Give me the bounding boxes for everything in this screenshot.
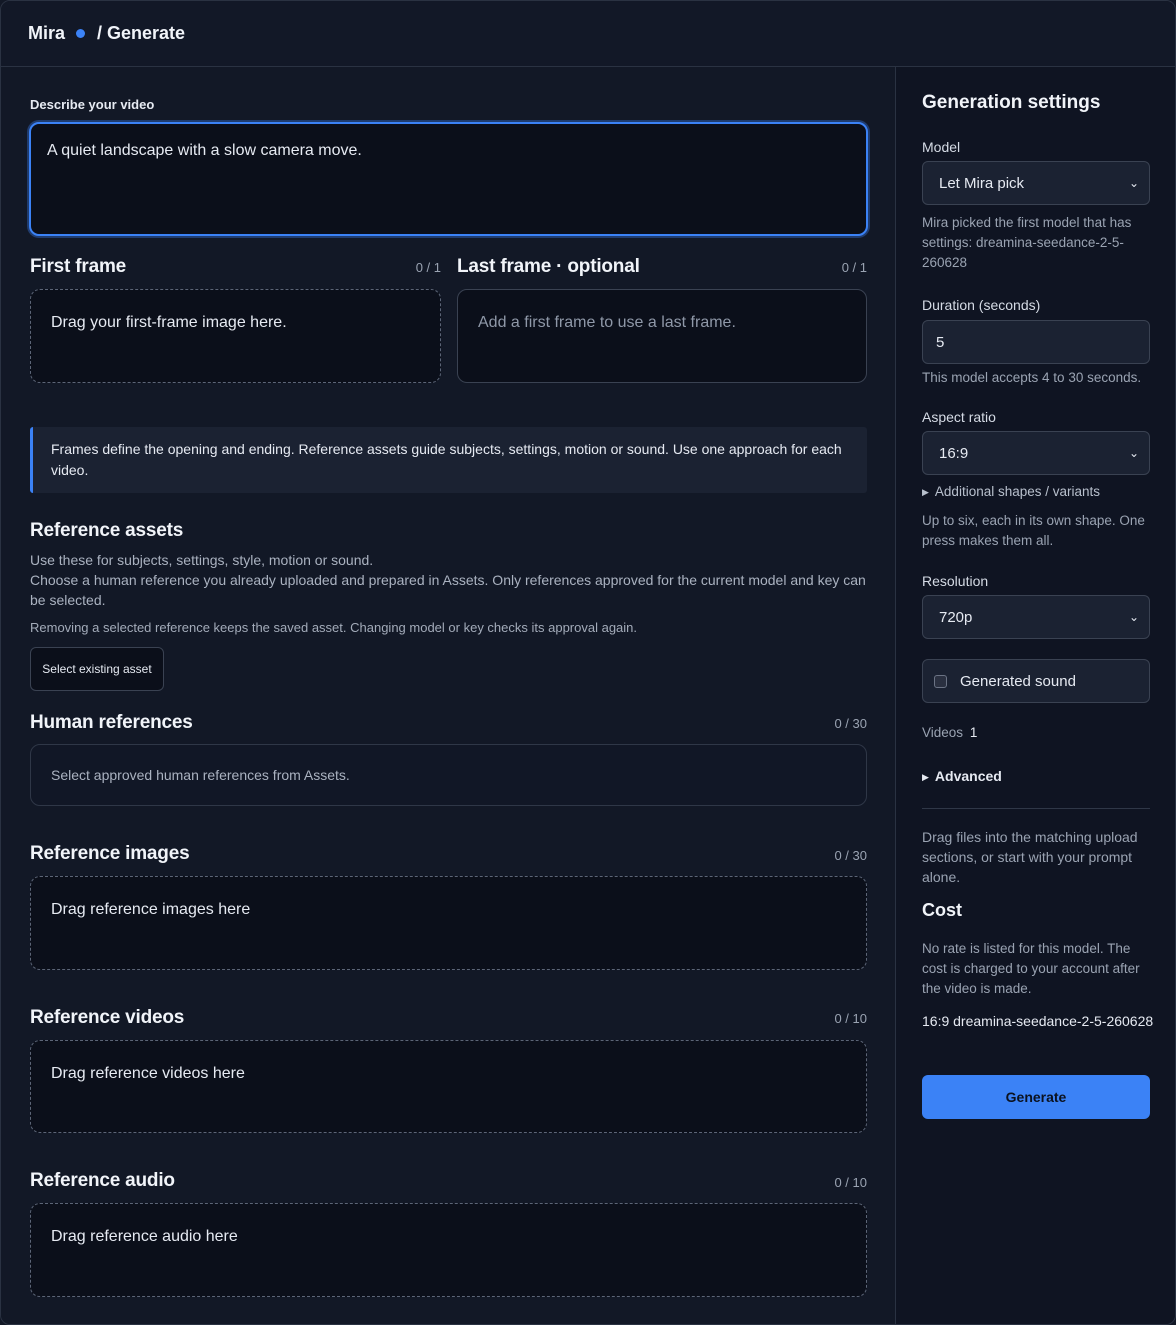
info-callout: Frames define the opening and ending. Re… [30,427,867,493]
duration-label: Duration (seconds) [922,297,1041,313]
last-frame-title: Last frame · optional [457,256,640,277]
top-bar: Mira / Generate [1,1,1175,67]
resolution-select[interactable]: 720p ⌄ [922,595,1150,639]
reference-images-dropzone[interactable]: Drag reference images here [30,876,867,970]
main-panel: Describe your video A quiet landscape wi… [1,67,895,1324]
prompt-label: Describe your video [30,97,155,112]
aspect-ratio-label: Aspect ratio [922,409,996,425]
status-dot-icon [76,29,86,38]
reference-assets-desc-2: Choose a human reference you already upl… [30,572,866,608]
additional-shapes-toggle[interactable]: ▶ Additional shapes / variants [922,484,1100,499]
sound-checkbox[interactable] [934,674,947,688]
human-references-count: 0 / 30 [834,716,867,731]
prompt-input[interactable]: A quiet landscape with a slow camera mov… [29,122,868,236]
generated-sound-label: Generated sound [960,672,1076,690]
reference-audio-title: Reference audio [30,1170,175,1191]
shapes-note: Up to six, each in its own shape. One pr… [922,513,1145,548]
reference-assets-desc-3: Removing a selected reference keeps the … [30,620,638,635]
settings-title: Generation settings [922,92,1101,113]
duration-note: This model accepts 4 to 30 seconds. [922,370,1142,385]
aspect-ratio-value: 16:9 [939,444,969,462]
chevron-down-icon: ⌄ [1128,610,1139,624]
reference-videos-count: 0 / 10 [834,1011,867,1026]
brand-name[interactable]: Mira [28,23,65,44]
reference-audio-count: 0 / 10 [834,1175,867,1190]
duration-input[interactable] [922,320,1150,364]
videos-count-row: Videos 1 [922,725,977,740]
select-existing-asset-button[interactable]: Select existing asset [30,647,164,691]
app-window: Mira / Generate Describe your video A qu… [0,0,1176,1325]
videos-label: Videos [922,725,964,740]
model-label: Model [922,139,961,155]
last-frame-count: 0 / 1 [841,260,867,275]
first-frame-title: First frame [30,256,127,277]
triangle-right-icon: ▶ [922,772,929,782]
resolution-value: 720p [939,608,973,626]
generation-summary: 16:9 dreamina-seedance-2-5-260628 [922,1013,1154,1029]
model-note: Mira picked the first model that has set… [922,215,1132,270]
reference-audio-dropzone[interactable]: Drag reference audio here [30,1203,867,1297]
drag-note: Drag files into the matching upload sect… [922,829,1138,885]
reference-assets-desc-1: Use these for subjects, settings, style,… [30,552,374,568]
last-frame-dropzone: Add a first frame to use a last frame. [457,289,867,383]
resolution-label: Resolution [922,573,989,589]
model-select[interactable]: Let Mira pick ⌄ [922,161,1150,205]
reference-videos-title: Reference videos [30,1007,185,1028]
reference-images-title: Reference images [30,843,190,864]
generated-sound-toggle[interactable]: Generated sound [922,659,1150,703]
reference-assets-title: Reference assets [30,520,184,541]
first-frame-count: 0 / 1 [415,260,441,275]
videos-value: 1 [969,725,978,740]
settings-sidebar: Generation settings Model Let Mira pick … [895,67,1175,1324]
reference-videos-dropzone[interactable]: Drag reference videos here [30,1040,867,1133]
triangle-right-icon: ▶ [922,487,929,497]
cost-title: Cost [922,900,962,920]
additional-shapes-label: Additional shapes / variants [934,484,1101,499]
human-references-box[interactable]: Select approved human references from As… [30,744,867,806]
divider [922,808,1150,809]
aspect-ratio-select[interactable]: 16:9 ⌄ [922,431,1150,475]
first-frame-dropzone[interactable]: Drag your first-frame image here. [30,289,441,383]
model-select-value: Let Mira pick [939,174,1025,192]
chevron-down-icon: ⌄ [1128,176,1139,190]
human-references-title: Human references [30,712,193,733]
advanced-toggle[interactable]: ▶ Advanced [922,768,1002,784]
advanced-label: Advanced [934,768,1002,784]
reference-images-count: 0 / 30 [834,848,867,863]
cost-note: No rate is listed for this model. The co… [922,941,1140,996]
chevron-down-icon: ⌄ [1128,446,1139,460]
breadcrumb: / Generate [97,23,186,43]
generate-button[interactable]: Generate [922,1075,1150,1119]
